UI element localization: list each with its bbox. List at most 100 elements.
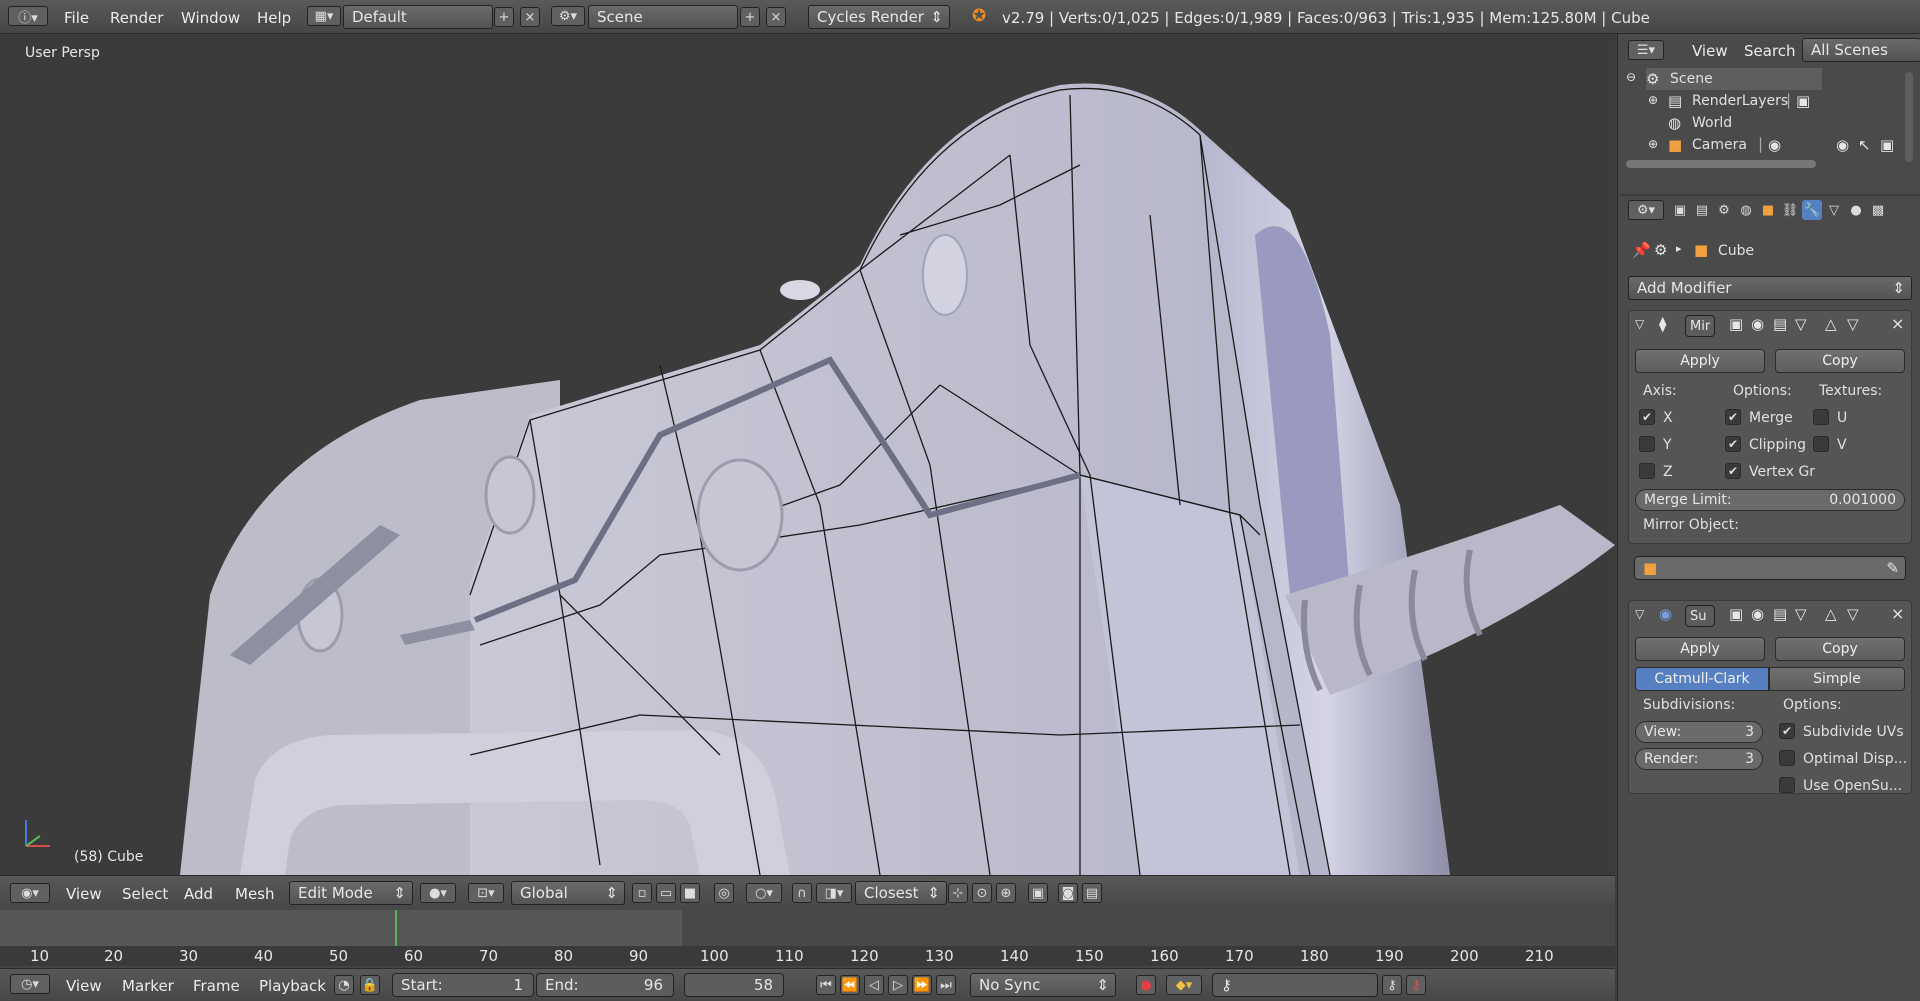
play-icon[interactable]: ▷: [888, 975, 908, 995]
end-frame-field[interactable]: End: 96: [536, 973, 674, 997]
jump-end-icon[interactable]: ⏭: [936, 975, 956, 995]
timeline-editor-type-button[interactable]: ◷▾: [10, 974, 50, 994]
snap-icon-3[interactable]: ⊕: [996, 883, 1016, 903]
snap-icon-2[interactable]: ⊙: [972, 883, 992, 903]
menu-help[interactable]: Help: [257, 9, 291, 27]
pin-icon[interactable]: 📌: [1632, 241, 1651, 259]
constraints-tab-icon[interactable]: ⛓: [1780, 200, 1800, 220]
snap-target-dropdown[interactable]: Closest ⇕: [855, 881, 947, 905]
magnet-icon[interactable]: ∩: [792, 883, 812, 903]
outliner-editor-type-button[interactable]: ☰▾: [1628, 40, 1664, 60]
pivot-button[interactable]: ⊡▾: [468, 883, 504, 903]
menu-file[interactable]: File: [64, 9, 89, 27]
sync-dropdown[interactable]: No Sync ⇕: [970, 973, 1116, 997]
menu-select[interactable]: Select: [122, 885, 168, 903]
object-tab-icon[interactable]: ■: [1758, 200, 1778, 220]
subdivide-uvs-checkbox[interactable]: ✔: [1779, 723, 1795, 739]
mirror-apply-button[interactable]: Apply: [1635, 349, 1765, 373]
remove-scene-button[interactable]: ×: [766, 7, 786, 27]
move-up-icon[interactable]: △: [1825, 605, 1837, 623]
editmode-toggle-icon[interactable]: ▤: [1773, 315, 1787, 333]
move-down-icon[interactable]: ▽: [1847, 605, 1859, 623]
menu-view[interactable]: View: [66, 977, 102, 995]
play-reverse-icon[interactable]: ◁: [864, 975, 884, 995]
timeline-ruler[interactable]: 10 20 30 40 50 60 70 80 90 100 110 120 1…: [0, 946, 1615, 966]
remove-modifier-icon[interactable]: ×: [1891, 604, 1904, 623]
edge-select-icon[interactable]: ▭: [656, 883, 676, 903]
keying-set-icon[interactable]: ◆▾: [1166, 975, 1202, 995]
texture-tab-icon[interactable]: ▩: [1868, 200, 1888, 220]
cage-toggle-icon[interactable]: ▽: [1795, 315, 1807, 333]
start-frame-field[interactable]: Start: 1: [392, 973, 534, 997]
lock-icon[interactable]: 🔒: [360, 975, 380, 995]
clipping-checkbox[interactable]: ✔: [1725, 436, 1741, 452]
vertex-select-icon[interactable]: ▫: [632, 883, 652, 903]
outliner-item-scene[interactable]: Scene: [1670, 71, 1713, 87]
vertical-scrollbar[interactable]: [1905, 72, 1913, 162]
outliner-item-world[interactable]: World: [1692, 115, 1732, 131]
scene-icon[interactable]: ⚙▾: [551, 6, 585, 26]
view-levels-field[interactable]: View: 3: [1635, 721, 1763, 743]
render-toggle-icon[interactable]: ▣: [1729, 315, 1743, 333]
texture-v-checkbox[interactable]: [1813, 436, 1829, 452]
menu-add[interactable]: Add: [184, 885, 213, 903]
shading-button[interactable]: ●▾: [420, 883, 456, 903]
outliner-menu-view[interactable]: View: [1692, 42, 1728, 60]
render-levels-field[interactable]: Render: 3: [1635, 748, 1763, 770]
keying-set-field[interactable]: ⚷: [1212, 973, 1378, 997]
optimal-display-checkbox[interactable]: [1779, 750, 1795, 766]
mirror-modifier-name[interactable]: Mir: [1685, 315, 1715, 337]
add-scene-button[interactable]: +: [740, 7, 760, 27]
info-editor-type-button[interactable]: ⓘ▾: [8, 6, 48, 26]
modifiers-tab-icon[interactable]: 🔧: [1802, 200, 1822, 220]
axis-x-checkbox[interactable]: ✔: [1639, 409, 1655, 425]
preview-range-icon[interactable]: ◔: [334, 975, 354, 995]
remove-modifier-icon[interactable]: ×: [1891, 314, 1904, 333]
axis-z-checkbox[interactable]: [1639, 463, 1655, 479]
menu-window[interactable]: Window: [181, 9, 240, 27]
eyedropper-icon[interactable]: ✎: [1886, 559, 1899, 577]
move-up-icon[interactable]: △: [1825, 315, 1837, 333]
subsurf-copy-button[interactable]: Copy: [1775, 637, 1905, 661]
collapse-arrow-icon[interactable]: ▽: [1635, 317, 1644, 331]
menu-view[interactable]: View: [66, 885, 102, 903]
horizontal-scrollbar[interactable]: [1626, 160, 1816, 168]
mode-dropdown[interactable]: Edit Mode ⇕: [289, 881, 413, 905]
delete-keyframe-icon[interactable]: ⚷: [1406, 975, 1426, 995]
subsurf-apply-button[interactable]: Apply: [1635, 637, 1765, 661]
render-toggle-icon[interactable]: ▣: [1729, 605, 1743, 623]
menu-frame[interactable]: Frame: [193, 977, 240, 995]
outliner-item-camera[interactable]: Camera: [1692, 137, 1747, 153]
proportional-edit-button[interactable]: ○▾: [746, 883, 782, 903]
axis-y-checkbox[interactable]: [1639, 436, 1655, 452]
mirror-copy-button[interactable]: Copy: [1775, 349, 1905, 373]
layout-selector[interactable]: Default: [343, 5, 493, 29]
current-frame-line[interactable]: [395, 910, 397, 946]
menu-playback[interactable]: Playback: [259, 977, 326, 995]
cage-toggle-icon[interactable]: ▽: [1795, 605, 1807, 623]
properties-editor-type-button[interactable]: ⚙▾: [1628, 200, 1664, 220]
add-layout-button[interactable]: +: [494, 7, 514, 27]
merge-limit-field[interactable]: Merge Limit: 0.001000: [1635, 489, 1905, 511]
data-tab-icon[interactable]: ▽: [1824, 200, 1844, 220]
next-keyframe-icon[interactable]: ⏩: [912, 975, 932, 995]
jump-start-icon[interactable]: ⏮: [816, 975, 836, 995]
simple-tab[interactable]: Simple: [1769, 667, 1905, 691]
layout-icon[interactable]: ▦▾: [307, 6, 341, 26]
prev-keyframe-icon[interactable]: ⏪: [840, 975, 860, 995]
snap-icon-1[interactable]: ⊹: [948, 883, 968, 903]
orientation-dropdown[interactable]: Global ⇕: [511, 881, 625, 905]
render-tab-icon[interactable]: ▣: [1670, 200, 1690, 220]
face-select-icon[interactable]: ■: [680, 883, 700, 903]
render-layers-tab-icon[interactable]: ▤: [1692, 200, 1712, 220]
vertex-groups-checkbox[interactable]: ✔: [1725, 463, 1741, 479]
snap-element-button[interactable]: ◨▾: [816, 883, 852, 903]
texture-u-checkbox[interactable]: [1813, 409, 1829, 425]
mirror-object-field[interactable]: ■ ✎: [1634, 556, 1906, 580]
collapse-icon[interactable]: ⊖: [1626, 70, 1636, 84]
remove-layout-button[interactable]: ×: [520, 7, 540, 27]
expand-icon[interactable]: ⊕: [1648, 93, 1658, 107]
expand-icon[interactable]: ⊕: [1648, 137, 1658, 151]
current-frame-field[interactable]: 58: [684, 973, 784, 997]
scene-selector[interactable]: Scene: [588, 5, 738, 29]
